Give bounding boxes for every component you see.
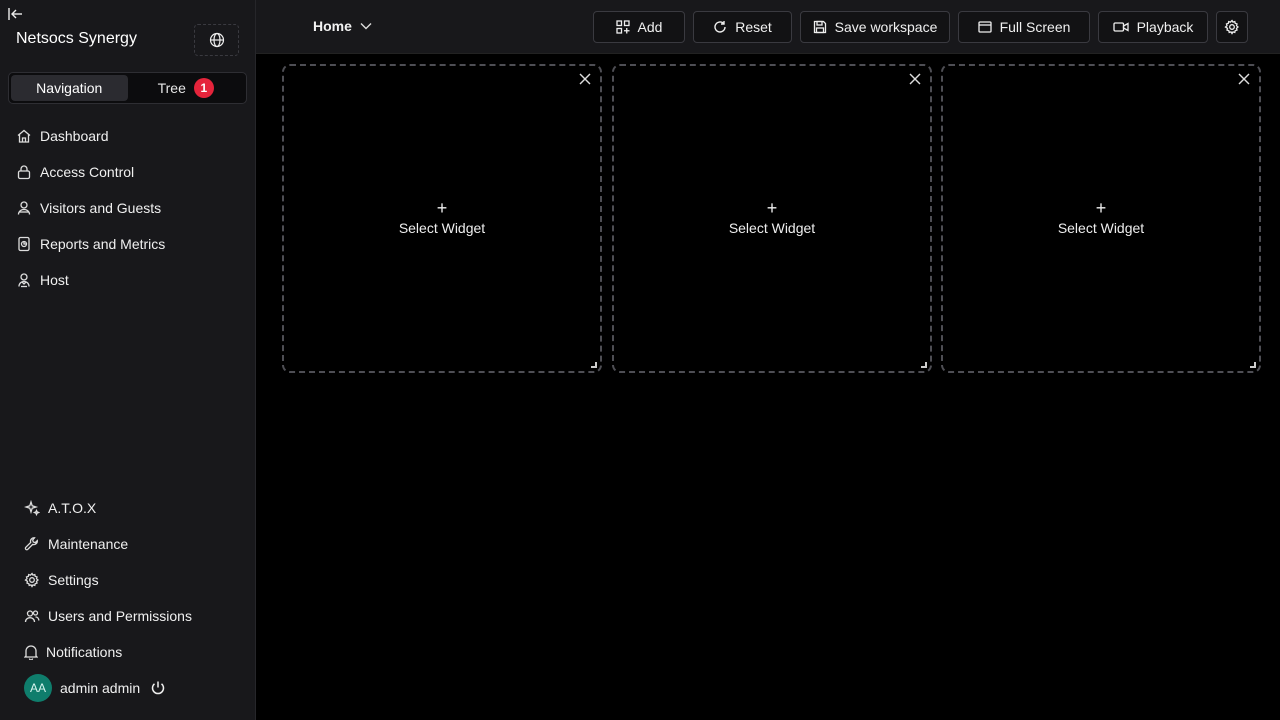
resize-handle[interactable] <box>591 362 597 368</box>
close-icon[interactable] <box>1237 72 1251 86</box>
avatar[interactable]: AA <box>24 674 52 702</box>
bell-icon <box>24 645 38 660</box>
sidebar: Netsocs Synergy Navigation Tree 1 Dashbo… <box>0 0 256 720</box>
topbar: Home Add Reset Save workspace Full Scree… <box>256 0 1280 54</box>
nav-item-dashboard[interactable]: Dashboard <box>0 118 256 154</box>
nav-item-reports[interactable]: Reports and Metrics <box>0 226 256 262</box>
main-nav: Dashboard Access Control Visitors and Gu… <box>0 118 256 298</box>
visitor-icon <box>17 201 31 215</box>
power-icon[interactable] <box>150 680 166 696</box>
plus-icon: + <box>766 198 778 218</box>
select-widget-button[interactable]: + Select Widget <box>284 198 600 236</box>
refresh-icon <box>714 21 726 33</box>
chevron-down-icon <box>360 23 372 30</box>
add-widget-icon <box>615 20 630 34</box>
host-icon <box>18 273 30 288</box>
gear-icon <box>24 572 39 588</box>
nav-item-notifications[interactable]: Notifications <box>0 634 256 670</box>
select-widget-button[interactable]: + Select Widget <box>943 198 1259 236</box>
collapse-sidebar-icon[interactable] <box>6 5 24 23</box>
wrench-icon <box>24 537 38 551</box>
window-icon <box>977 21 992 33</box>
tree-count-badge: 1 <box>193 78 214 98</box>
tab-navigation[interactable]: Navigation <box>11 75 128 101</box>
lock-icon <box>17 165 31 180</box>
nav-item-settings[interactable]: Settings <box>0 562 256 598</box>
close-icon[interactable] <box>578 72 592 86</box>
save-workspace-button[interactable]: Save workspace <box>800 11 950 43</box>
nav-item-users[interactable]: Users and Permissions <box>0 598 256 634</box>
sidebar-tabs: Navigation Tree 1 <box>8 72 247 104</box>
full-screen-button[interactable]: Full Screen <box>958 11 1090 43</box>
video-camera-icon <box>1112 22 1129 32</box>
home-icon <box>17 129 31 143</box>
workspace-select[interactable]: Home <box>313 18 372 34</box>
reset-button[interactable]: Reset <box>693 11 792 43</box>
nav-item-host[interactable]: Host <box>0 262 256 298</box>
nav-item-visitors[interactable]: Visitors and Guests <box>0 190 256 226</box>
nav-item-maintenance[interactable]: Maintenance <box>0 526 256 562</box>
secondary-nav: A.T.O.X Maintenance Settings Users and P… <box>0 490 256 670</box>
resize-handle[interactable] <box>921 362 927 368</box>
report-icon <box>18 236 30 252</box>
nav-item-access-control[interactable]: Access Control <box>0 154 256 190</box>
plus-icon: + <box>436 198 448 218</box>
widget-slot-1[interactable]: + Select Widget <box>282 64 602 373</box>
user-name: admin admin <box>60 680 141 696</box>
tab-tree[interactable]: Tree 1 <box>128 75 245 101</box>
select-widget-button[interactable]: + Select Widget <box>614 198 930 236</box>
add-button[interactable]: Add <box>593 11 685 43</box>
resize-handle[interactable] <box>1250 362 1256 368</box>
sparkle-icon <box>24 500 40 516</box>
playback-button[interactable]: Playback <box>1098 11 1208 43</box>
widget-slot-3[interactable]: + Select Widget <box>941 64 1261 373</box>
widget-slot-2[interactable]: + Select Widget <box>612 64 932 373</box>
plus-icon: + <box>1095 198 1107 218</box>
app-title: Netsocs Synergy <box>16 30 137 47</box>
gear-icon <box>1224 19 1239 35</box>
settings-button[interactable] <box>1216 11 1248 43</box>
nav-item-atox[interactable]: A.T.O.X <box>0 490 256 526</box>
close-icon[interactable] <box>908 72 922 86</box>
user-profile[interactable]: AA admin admin <box>24 674 166 702</box>
save-icon <box>813 20 826 34</box>
globe-icon <box>209 32 224 48</box>
users-icon <box>24 610 40 623</box>
language-button[interactable] <box>194 24 239 56</box>
